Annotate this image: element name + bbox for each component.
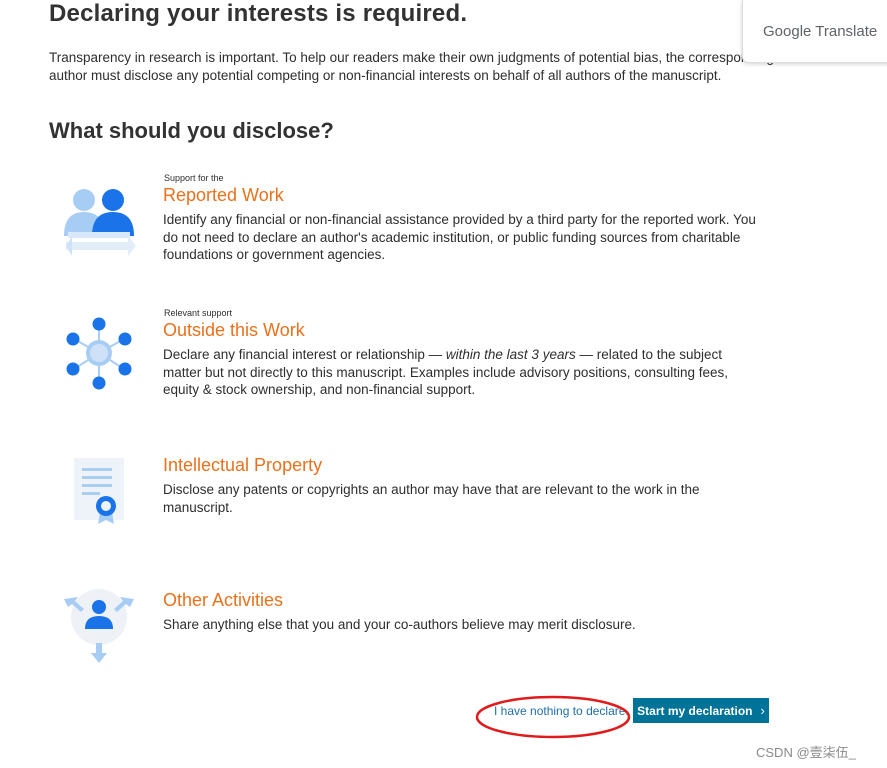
people-support-icon — [58, 180, 142, 264]
section-subtitle: What should you disclose? — [49, 118, 334, 143]
section-description: Identify any financial or non-financial … — [163, 212, 756, 262]
section-heading: Reported Work — [163, 185, 284, 205]
section-heading: Intellectual Property — [163, 455, 323, 475]
section-kicker: Relevant support — [164, 308, 233, 318]
section-heading: Other Activities — [163, 590, 284, 610]
section-kicker: Support for the — [164, 173, 224, 183]
nothing-to-declare-link[interactable]: I have nothing to declare. — [494, 704, 629, 718]
description-text: Declare any financial interest or relati… — [163, 347, 446, 362]
start-declaration-label: Start my declaration — [637, 703, 753, 718]
description-emphasis: within the last 3 years — [445, 347, 576, 362]
section-description: Share anything else that you and your co… — [163, 617, 636, 632]
section-description: Declare any financial interest or relati… — [163, 346, 763, 399]
start-declaration-button[interactable]: Start my declaration › — [633, 698, 769, 723]
watermark: CSDN @壹柒伍_ — [756, 745, 856, 760]
section-heading: Outside this Work — [163, 320, 305, 340]
google-translate-label: Google Translate — [763, 23, 878, 40]
google-translate-popup[interactable]: Google Translate — [742, 0, 887, 63]
page-title: Declaring your interests is required. — [49, 0, 468, 27]
certificate-icon — [58, 454, 142, 538]
person-arrows-icon — [58, 585, 142, 669]
chevron-right-icon: › — [760, 703, 765, 718]
section-description: Disclose any patents or copyrights an au… — [163, 482, 700, 515]
intro-paragraph: Transparency in research is important. T… — [49, 50, 774, 83]
network-hub-icon — [58, 313, 142, 397]
